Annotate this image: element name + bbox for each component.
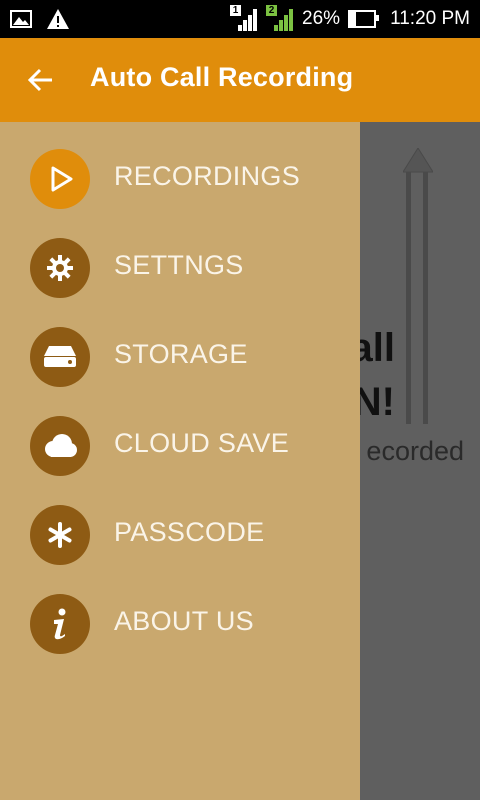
- clock: 11:20 PM: [390, 8, 470, 29]
- drawer-item-label: ABOUT US: [114, 606, 254, 636]
- drawer-item-label: CLOUD SAVE: [114, 428, 290, 458]
- warning-icon: [47, 9, 69, 29]
- back-button[interactable]: [24, 62, 60, 98]
- up-arrow-graphic: [403, 148, 433, 424]
- drawer-item-label: PASSCODE: [114, 517, 265, 547]
- back-arrow-icon: [27, 68, 52, 92]
- app-bar: Auto Call Recording: [0, 38, 480, 122]
- navigation-drawer: RECORDINGS SETTNGS STORAGE CLOUD SAVE PA…: [0, 122, 360, 800]
- drawer-item-settings[interactable]: SETTNGS: [0, 228, 360, 308]
- play-icon: [30, 149, 90, 209]
- sim2-label: 2: [266, 5, 278, 16]
- info-icon: [30, 594, 90, 654]
- drawer-item-label: STORAGE: [114, 339, 248, 369]
- drawer-item-storage[interactable]: STORAGE: [0, 317, 360, 397]
- status-bar: 1 2 26% 11:20 PM: [0, 0, 480, 38]
- cloud-icon: [30, 416, 90, 476]
- drawer-item-passcode[interactable]: PASSCODE: [0, 495, 360, 575]
- asterisk-icon: [30, 505, 90, 565]
- app-title: Auto Call Recording: [90, 62, 354, 92]
- drawer-item-label: SETTNGS: [114, 250, 244, 280]
- drawer-item-label: RECORDINGS: [114, 161, 301, 191]
- hard-drive-icon: [30, 327, 90, 387]
- battery-icon: [348, 10, 380, 28]
- gear-icon: [30, 238, 90, 298]
- drawer-item-cloud-save[interactable]: CLOUD SAVE: [0, 406, 360, 486]
- sim1-label: 1: [230, 5, 242, 16]
- battery-percent: 26%: [302, 8, 341, 29]
- image-notification-icon: [10, 10, 32, 28]
- drawer-item-about-us[interactable]: ABOUT US: [0, 584, 360, 664]
- drawer-item-recordings[interactable]: RECORDINGS: [0, 139, 360, 219]
- sim2-signal-icon: 2: [266, 5, 294, 31]
- sim1-signal-icon: 1: [230, 5, 258, 31]
